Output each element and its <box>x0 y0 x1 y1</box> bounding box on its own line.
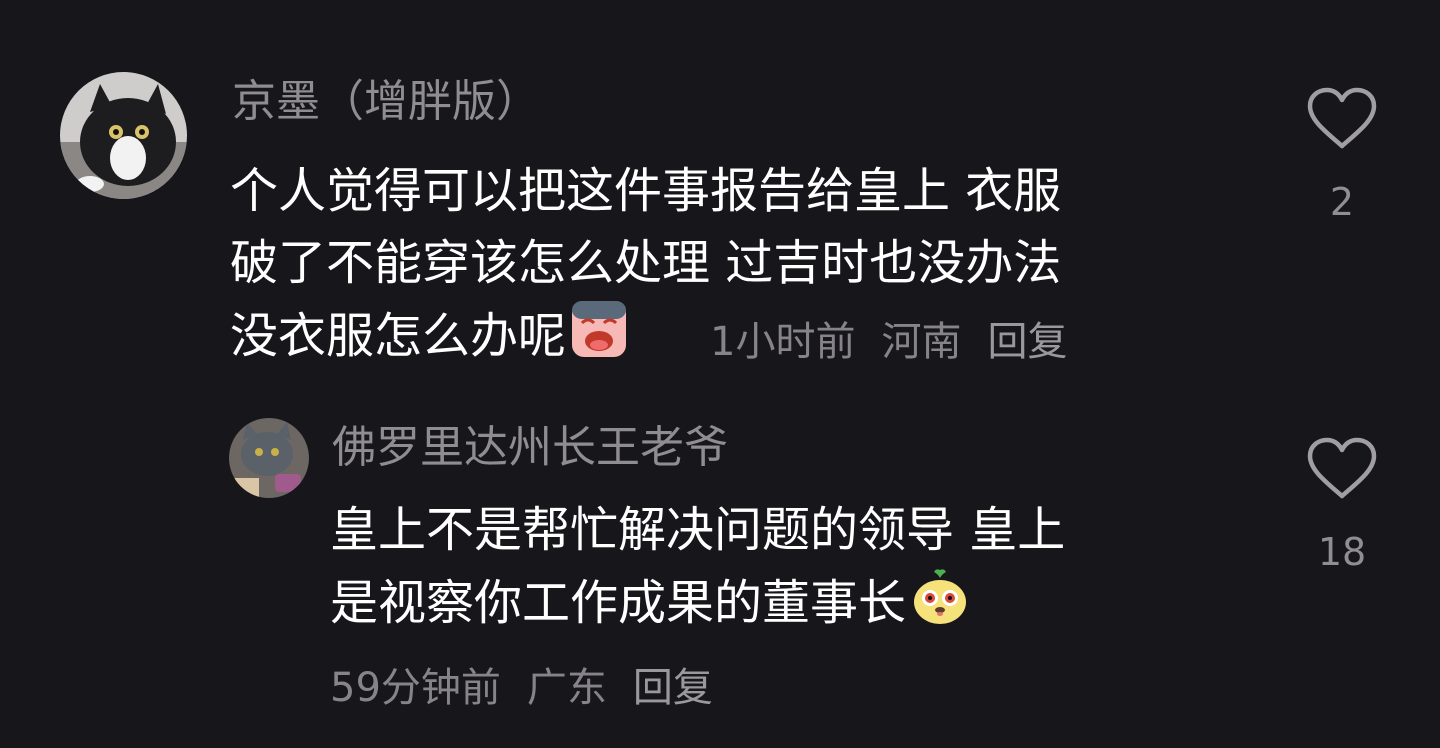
heart-icon <box>1307 437 1377 499</box>
timestamp: 59分钟前 <box>330 665 501 711</box>
comment-meta: 59分钟前 广东 回复 <box>330 668 713 708</box>
location: 广东 <box>526 665 607 711</box>
comment-meta: 1小时前 河南 回复 <box>710 322 1067 362</box>
comment-line: 皇上不是帮忙解决问题的领导 皇上 <box>330 502 1066 558</box>
username[interactable]: 佛罗里达州长王老爷 <box>332 426 728 470</box>
crying-face-emoji-icon <box>570 299 628 379</box>
pear-face-emoji-icon <box>910 566 970 646</box>
reply-button[interactable]: 回复 <box>633 665 713 711</box>
avatar[interactable] <box>60 72 187 199</box>
like-button[interactable]: 2 <box>1306 86 1378 224</box>
cat-avatar-icon <box>229 418 309 498</box>
location: 河南 <box>881 319 962 365</box>
like-count: 2 <box>1329 180 1355 224</box>
avatar[interactable] <box>229 418 309 498</box>
heart-icon <box>1307 87 1377 149</box>
comment-line: 是视察你工作成果的董事长 <box>330 566 1065 638</box>
cat-avatar-icon <box>60 72 187 199</box>
timestamp: 1小时前 <box>710 319 856 365</box>
reply-button[interactable]: 回复 <box>987 319 1067 365</box>
like-count: 18 <box>1317 530 1367 574</box>
username[interactable]: 京墨（增胖版） <box>232 80 540 124</box>
comment-text: 皇上不是帮忙解决问题的领导 皇上 是视察你工作成果的董事长 <box>330 494 1065 638</box>
comment-line: 破了不能穿该怎么处理 过吉时也没办法 <box>230 235 1062 291</box>
like-button[interactable]: 18 <box>1306 436 1378 574</box>
comment-line: 个人觉得可以把这件事报告给皇上 衣服 <box>230 163 1062 219</box>
